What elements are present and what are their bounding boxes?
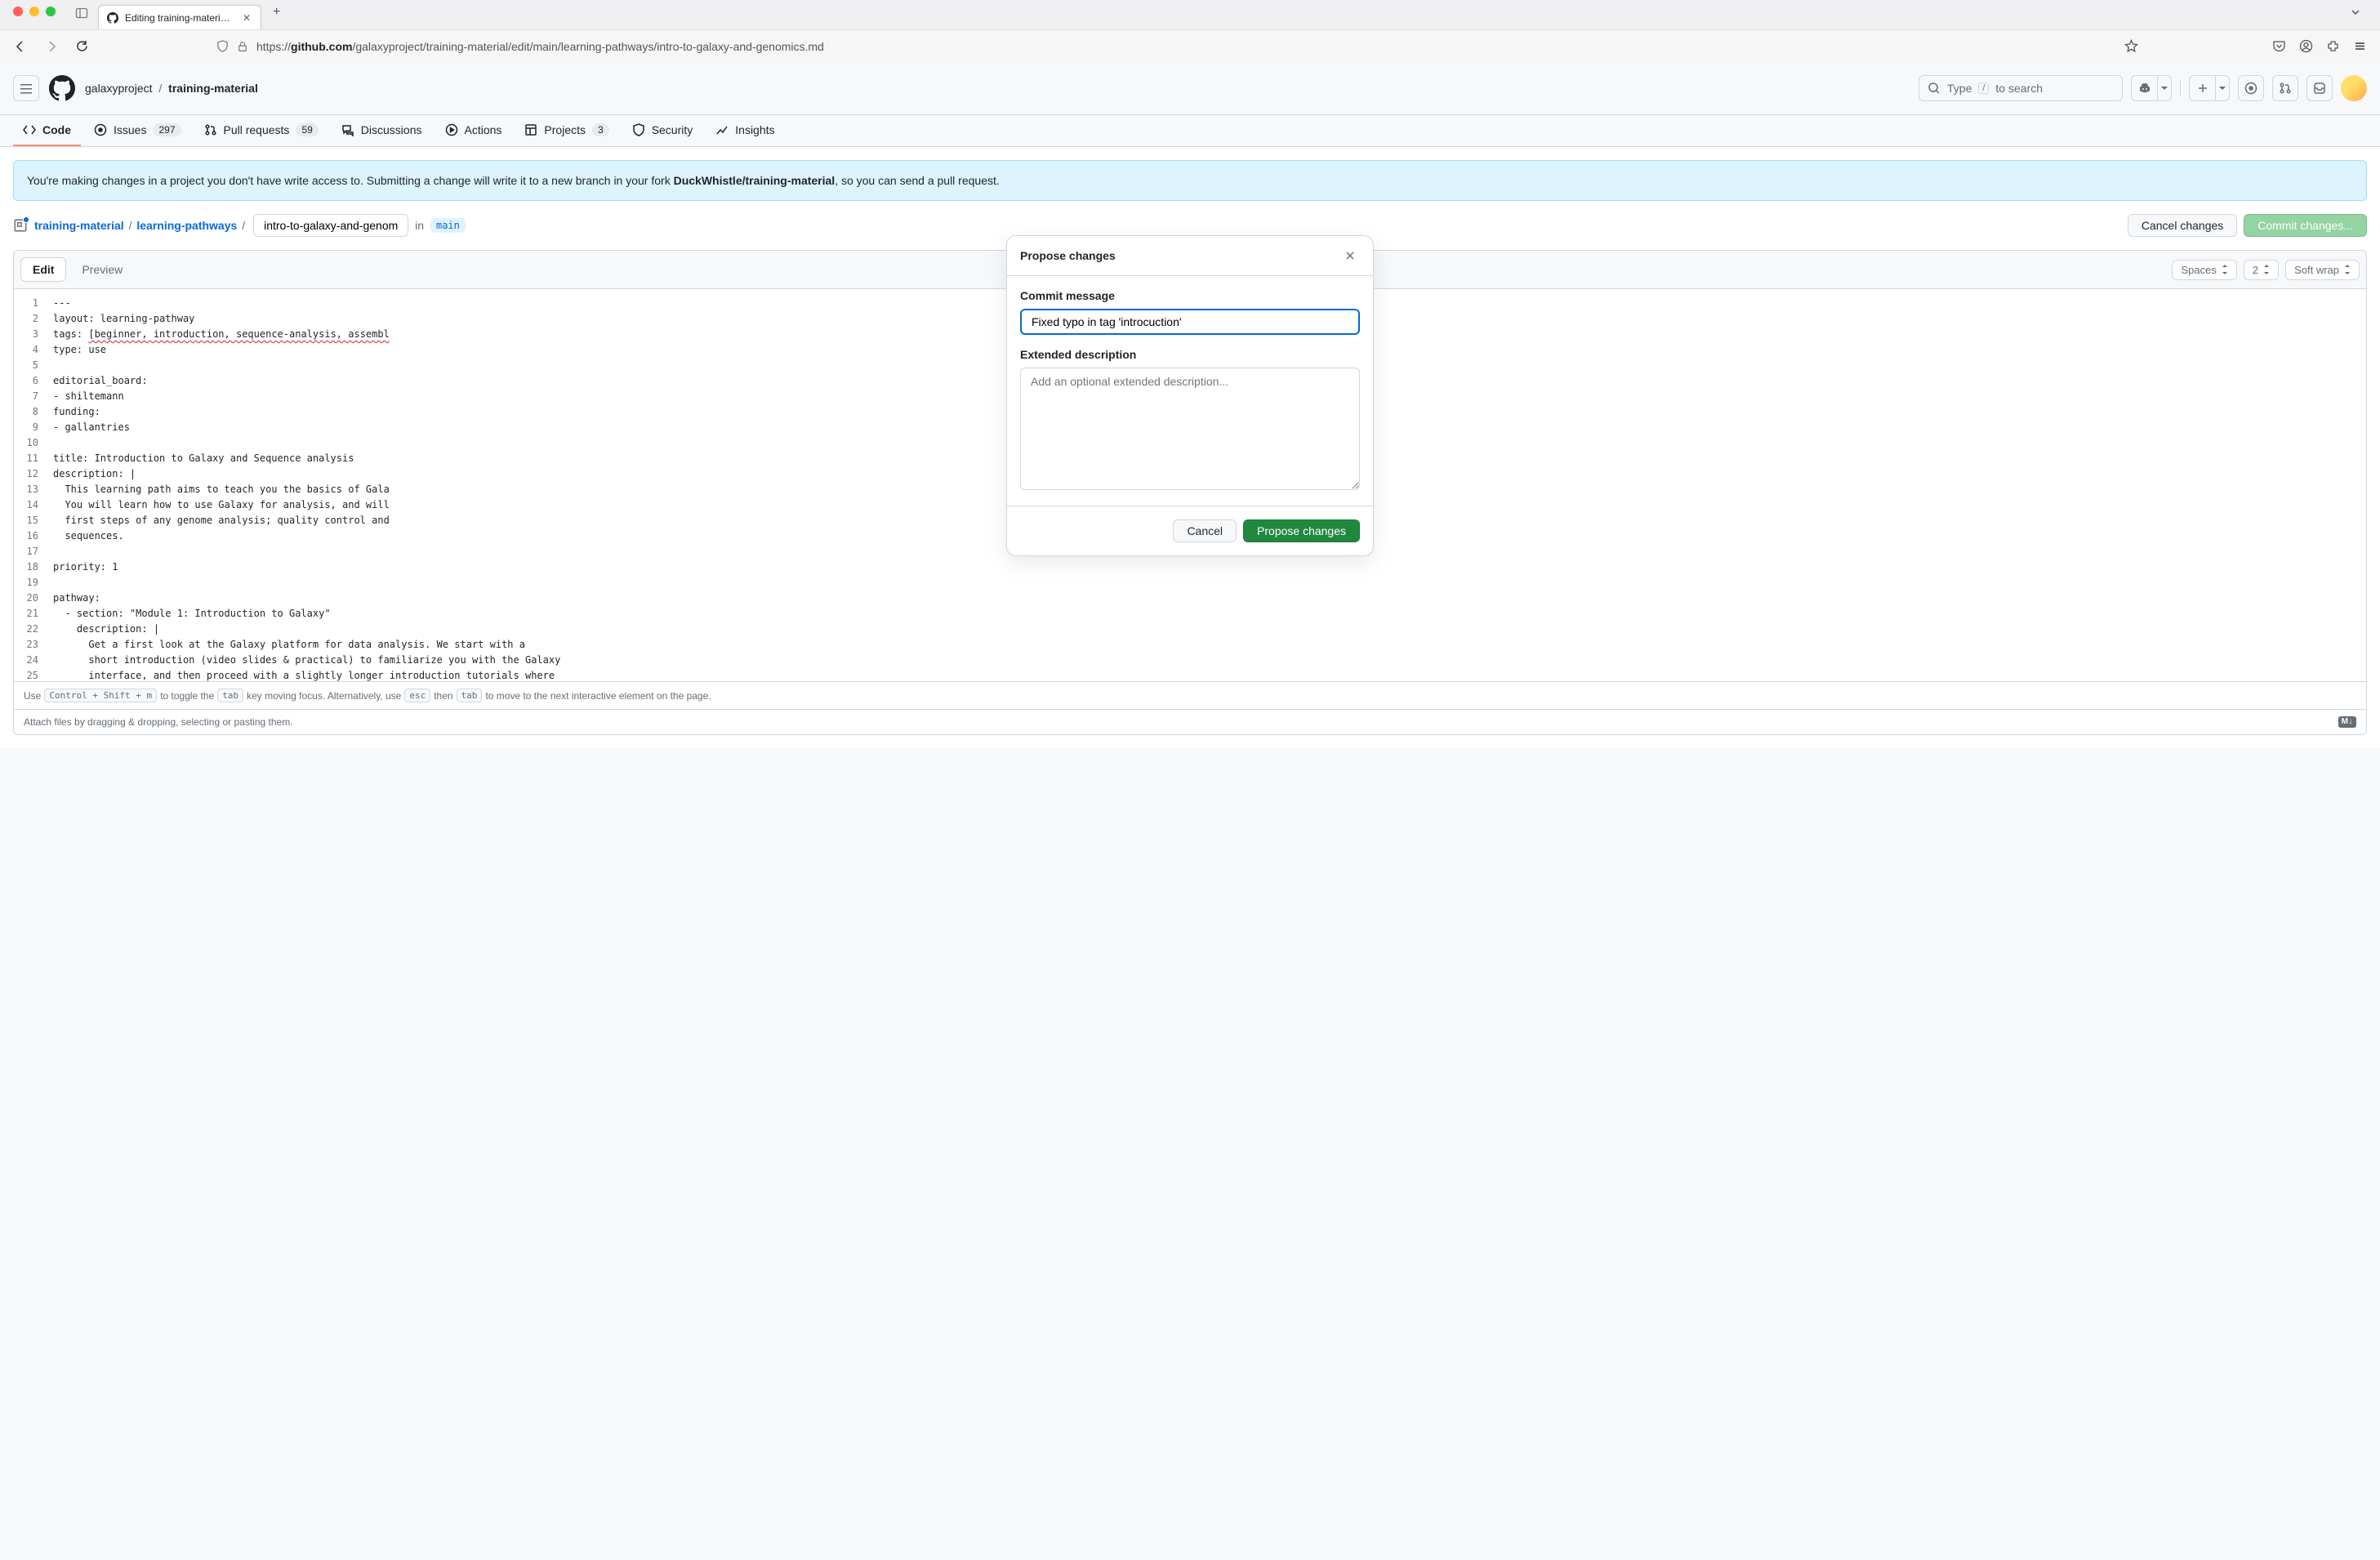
commit-message-input[interactable] [1020, 309, 1360, 335]
dialog-propose-button[interactable]: Propose changes [1243, 519, 1360, 542]
dialog-cancel-button[interactable]: Cancel [1173, 519, 1237, 542]
extended-description-label: Extended description [1020, 348, 1360, 361]
extended-description-input[interactable] [1020, 368, 1360, 490]
close-icon [1344, 249, 1357, 262]
commit-message-label: Commit message [1020, 289, 1360, 302]
propose-changes-dialog: Propose changes Commit message Extended … [1006, 235, 1374, 556]
dialog-title: Propose changes [1020, 249, 1116, 262]
dialog-close-button[interactable] [1340, 246, 1360, 265]
